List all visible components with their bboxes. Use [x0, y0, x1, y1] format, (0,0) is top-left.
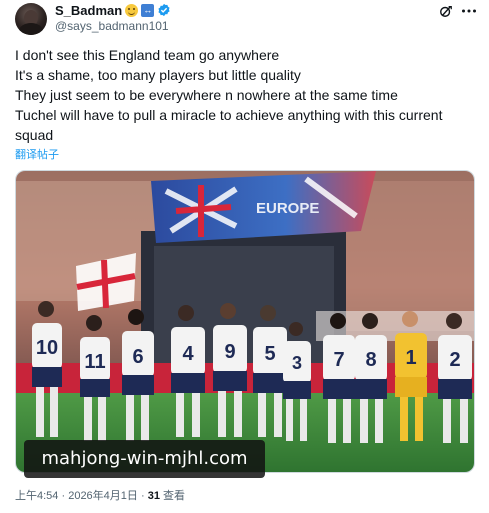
footer-separator: · — [137, 490, 148, 502]
author-display-name[interactable]: S_Badman — [55, 3, 122, 18]
tweet-text-line: It's a shame, too many players but littl… — [15, 67, 301, 83]
more-options-icon[interactable] — [461, 4, 477, 18]
views-label: 查看 — [159, 490, 186, 502]
tweet-text-line: squad — [15, 127, 54, 143]
smiling-face-emoji-icon — [125, 3, 139, 17]
views-count: 31 — [147, 490, 160, 502]
left-right-arrow-emoji-icon: ↔ — [141, 3, 155, 17]
tweet-text-line: Tuchel will have to pull a miracle to ac… — [15, 107, 443, 123]
tweet-footer: 上午4:54 · 2026年4月1日 · 31 查看 — [15, 487, 185, 503]
author-handle[interactable]: @says_badmann101 — [55, 19, 169, 33]
team-lineup-photo: EUROPE 10 11 6 4 9 5 3 7 8 1 2 — [16, 171, 474, 472]
post-date[interactable]: 2026年4月1日 — [68, 490, 138, 502]
player-number: 4 — [182, 343, 194, 365]
player-number: 2 — [449, 349, 460, 371]
player-number: 6 — [132, 346, 143, 368]
footer-separator: · — [58, 490, 69, 502]
tweet-media-photo[interactable]: EUROPE 10 11 6 4 9 5 3 7 8 1 2 — [15, 170, 475, 473]
player-number: 1 — [405, 347, 416, 369]
grok-icon[interactable] — [439, 4, 453, 18]
tweet-text-line: They just seem to be everywhere n nowher… — [15, 87, 398, 103]
verified-badge-icon — [158, 3, 170, 17]
avatar[interactable] — [15, 3, 47, 35]
player-number: 10 — [36, 337, 58, 359]
translate-post-link[interactable]: 翻译帖子 — [15, 146, 59, 162]
player-number: 9 — [224, 341, 235, 363]
tweet-header: S_Badman ↔ @says_badmann101 — [0, 0, 489, 40]
player-number: 7 — [333, 349, 344, 371]
watermark-overlay: mahjong-win-mjhl.com — [24, 440, 265, 478]
tweet-text: I don't see this England team go anywher… — [15, 45, 475, 145]
tweet-text-line: I don't see this England team go anywher… — [15, 47, 280, 63]
player-number: 3 — [292, 353, 302, 373]
player-number: 5 — [264, 343, 275, 365]
author-name-row[interactable]: S_Badman ↔ — [55, 2, 171, 18]
player-number: 8 — [365, 349, 376, 371]
post-time[interactable]: 上午4:54 — [15, 490, 58, 502]
banner-text: EUROPE — [256, 200, 319, 217]
player-number: 11 — [84, 351, 105, 373]
